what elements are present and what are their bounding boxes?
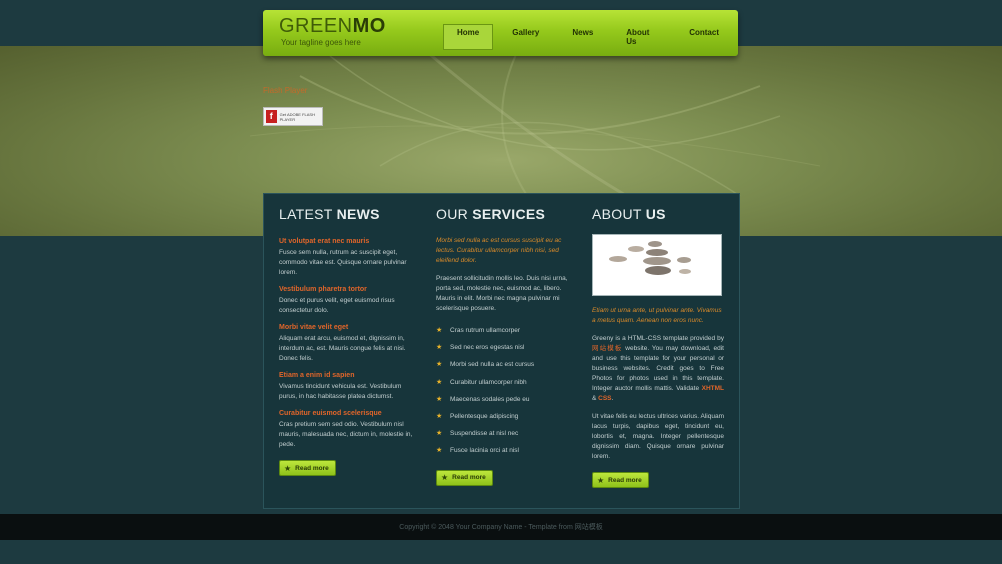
star-bullet-icon: ★ xyxy=(436,378,443,386)
services-read-more-button[interactable]: ★ Read more xyxy=(436,469,493,486)
list-item: ★ Cras rutrum ullamcorper xyxy=(436,322,576,339)
stones-photo xyxy=(592,234,722,296)
flash-player-title: Flash Player xyxy=(263,86,308,95)
site-logo[interactable]: GREENMO xyxy=(279,15,386,38)
star-bullet-icon: ★ xyxy=(436,413,443,421)
about-us-heading: ABOUT US xyxy=(592,206,666,222)
read-more-label: Read more xyxy=(608,476,642,484)
latest-news-column: LATEST NEWS Ut volutpat erat nec mauris … xyxy=(279,206,414,476)
get-flash-player-badge[interactable]: f Get ADOBE FLASH PLAYER xyxy=(263,107,323,126)
template-site-link[interactable]: 网站模板 xyxy=(592,345,622,352)
stone-shape xyxy=(643,257,671,265)
our-services-column: OUR SERVICES Morbi sed nulla ac est curs… xyxy=(436,206,576,486)
about-paragraph-2: Ut vitae felis eu lectus ultrices varius… xyxy=(592,413,724,460)
news-item-body: Donec et purus velit, eget euismod risus… xyxy=(279,297,395,314)
news-item-title[interactable]: Vestibulum pharetra tortor xyxy=(279,286,414,293)
list-item: ★ Fusce lacinia orci at nisl xyxy=(436,442,576,459)
star-bullet-icon: ★ xyxy=(436,447,443,455)
news-item-title[interactable]: Ut volutpat erat nec mauris xyxy=(279,238,414,245)
list-item: ★ Suspendisse at nisl nec xyxy=(436,425,576,442)
star-icon: ★ xyxy=(441,473,449,482)
nav-home[interactable]: Home xyxy=(443,24,494,50)
star-bullet-icon: ★ xyxy=(436,430,443,438)
list-item: ★ Morbi sed nulla ac est cursus xyxy=(436,356,576,373)
news-item-title[interactable]: Etiam a enim id sapien xyxy=(279,372,414,379)
css-link[interactable]: CSS xyxy=(598,395,611,402)
read-more-label: Read more xyxy=(452,474,486,481)
star-bullet-icon: ★ xyxy=(436,361,443,369)
stone-shape xyxy=(648,241,662,247)
content-panel: LATEST NEWS Ut volutpat erat nec mauris … xyxy=(263,193,740,509)
list-item: ★ Sed nec eros egestas nisl xyxy=(436,339,576,356)
news-item-body: Fusce sem nulla, rutrum ac suscipit eget… xyxy=(279,249,407,276)
site-header: GREENMO Your tagline goes here Home Gall… xyxy=(263,10,738,56)
stone-shape xyxy=(628,246,644,252)
site-footer: Copyright © 2048 Your Company Name - Tem… xyxy=(0,514,1002,540)
news-item-body: Aliquam erat arcu, euismod et, dignissim… xyxy=(279,335,406,362)
news-item: Curabitur euismod scelerisque Cras preti… xyxy=(279,410,414,450)
nav-about-us[interactable]: About Us xyxy=(612,24,670,50)
star-icon: ★ xyxy=(597,475,605,485)
stone-shape xyxy=(646,249,668,256)
read-more-label: Read more xyxy=(295,464,329,472)
star-bullet-icon: ★ xyxy=(436,344,443,352)
news-item: Ut volutpat erat nec mauris Fusce sem nu… xyxy=(279,238,414,278)
nav-contact[interactable]: Contact xyxy=(675,24,733,50)
star-bullet-icon: ★ xyxy=(436,327,443,335)
about-us-column: ABOUT US Etiam ut urna ante, ut pulvinar… xyxy=(592,206,724,488)
xhtml-link[interactable]: XHTML xyxy=(702,385,724,392)
about-read-more-button[interactable]: ★ Read more xyxy=(592,472,649,488)
list-item: ★ Curabitur ullamcorper nibh xyxy=(436,374,576,391)
site-tagline: Your tagline goes here xyxy=(281,38,361,47)
stone-shape xyxy=(677,257,691,263)
services-body: Praesent sollicitudin mollis leo. Duis n… xyxy=(436,275,568,312)
list-item: ★ Maecenas sodales pede eu xyxy=(436,391,576,408)
news-item: Morbi vitae velit eget Aliquam erat arcu… xyxy=(279,324,414,364)
flash-icon: f xyxy=(266,110,277,123)
news-item-body: Cras pretium sem sed odio. Vestibulum ni… xyxy=(279,421,413,448)
star-bullet-icon: ★ xyxy=(436,395,443,403)
about-intro: Etiam ut urna ante, ut pulvinar ante. Vi… xyxy=(592,307,722,324)
our-services-heading: OUR SERVICES xyxy=(436,206,546,222)
flash-badge-label: Get ADOBE FLASH PLAYER xyxy=(279,111,315,122)
news-read-more-button[interactable]: ★ Read more xyxy=(279,460,336,476)
news-item-body: Vivamus tincidunt vehicula est. Vestibul… xyxy=(279,383,402,400)
stone-shape xyxy=(645,266,671,275)
star-icon: ★ xyxy=(284,463,292,473)
news-item: Etiam a enim id sapien Vivamus tincidunt… xyxy=(279,372,414,402)
copyright-text: Copyright © 2048 Your Company Name - Tem… xyxy=(399,524,603,531)
about-paragraph-1: Greeny is a HTML-CSS template provided b… xyxy=(592,335,724,402)
stone-shape xyxy=(679,269,691,274)
bottom-band xyxy=(0,540,1002,564)
nav-news[interactable]: News xyxy=(558,24,607,50)
nav-gallery[interactable]: Gallery xyxy=(498,24,553,50)
list-item: ★ Pellentesque adipiscing xyxy=(436,408,576,425)
services-list: ★ Cras rutrum ullamcorper ★ Sed nec eros e… xyxy=(436,322,576,460)
latest-news-heading: LATEST NEWS xyxy=(279,206,380,222)
services-intro: Morbi sed nulla ac est cursus suscipit e… xyxy=(436,237,562,264)
stone-shape xyxy=(609,256,627,262)
news-item-title[interactable]: Curabitur euismod scelerisque xyxy=(279,410,414,417)
news-item: Vestibulum pharetra tortor Donec et puru… xyxy=(279,286,414,316)
main-nav: Home Gallery News About Us Contact xyxy=(443,24,738,50)
news-item-title[interactable]: Morbi vitae velit eget xyxy=(279,324,414,331)
